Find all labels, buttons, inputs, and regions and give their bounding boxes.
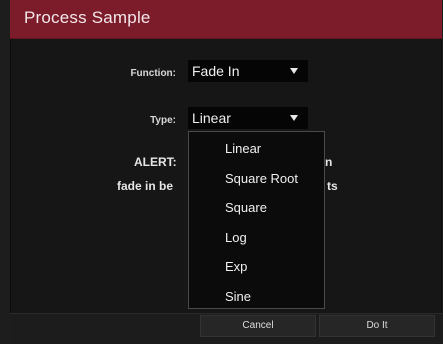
type-dropdown-menu: Linear Square Root Square Log Exp Sine: [188, 131, 325, 309]
dropdown-option-exp[interactable]: Exp: [189, 257, 324, 287]
function-select[interactable]: Fade In: [188, 60, 308, 82]
alert-text-line2-right: ts: [327, 179, 338, 193]
function-select-value: Fade In: [192, 63, 240, 79]
alert-text-line1-right: n: [325, 155, 333, 169]
chevron-down-icon: [290, 68, 298, 74]
dialog-titlebar: Process Sample: [10, 0, 442, 39]
alert-text-line1-left: ALERT:: [134, 155, 177, 169]
dropdown-option-sine[interactable]: Sine: [189, 287, 324, 317]
dropdown-option-log[interactable]: Log: [189, 228, 324, 258]
dropdown-option-square-root[interactable]: Square Root: [189, 169, 324, 199]
chevron-down-icon: [290, 115, 298, 121]
process-sample-dialog: Process Sample Function: Fade In Type: L…: [10, 0, 442, 344]
do-it-button[interactable]: Do It: [319, 315, 435, 337]
type-label: Type:: [150, 115, 176, 126]
cancel-button[interactable]: Cancel: [200, 315, 316, 337]
function-label: Function:: [130, 68, 176, 79]
dialog-title: Process Sample: [24, 8, 151, 27]
type-select[interactable]: Linear: [188, 107, 308, 129]
type-select-value: Linear: [192, 110, 231, 126]
alert-text-line2-left: fade in be: [117, 179, 174, 193]
dropdown-option-square[interactable]: Square: [189, 198, 324, 228]
dropdown-option-linear[interactable]: Linear: [189, 139, 324, 169]
